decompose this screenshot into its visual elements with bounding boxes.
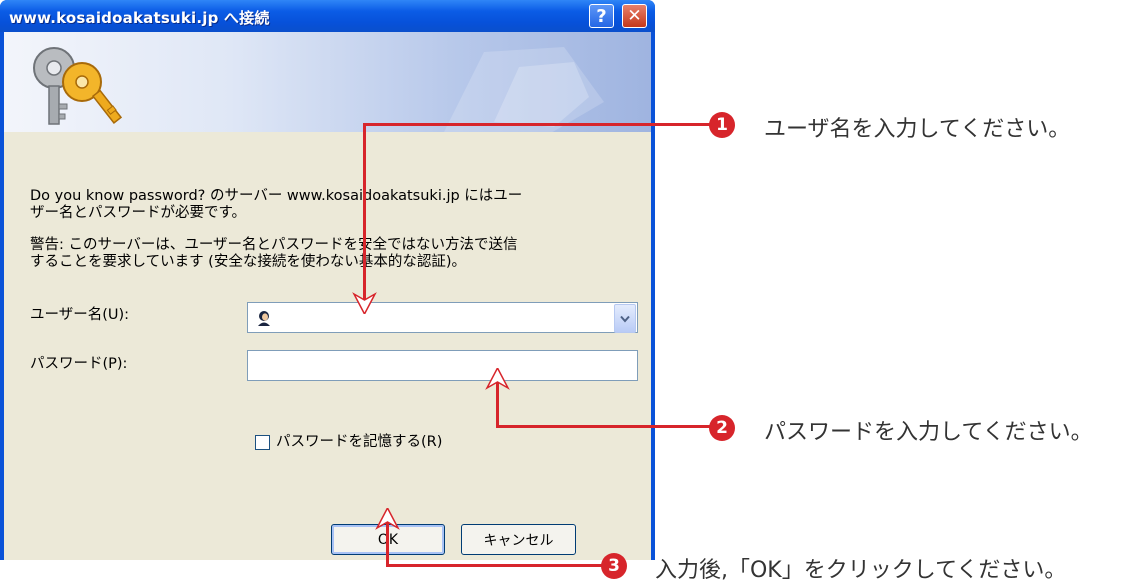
arrow-up-icon — [485, 368, 510, 390]
arrow-down-icon — [352, 292, 377, 314]
banner — [4, 32, 651, 132]
callout-text-1: ユーザ名を入力してください。 — [764, 117, 1071, 142]
dialog-title: www.kosaidoakatsuki.jp へ接続 — [9, 9, 270, 27]
password-input[interactable] — [247, 350, 638, 381]
callout-badge-3: 3 — [601, 553, 627, 579]
close-button[interactable]: ✕ — [622, 4, 647, 28]
callout-text-2: パスワードを入力してください。 — [764, 420, 1093, 445]
callout-line-3 — [386, 564, 606, 567]
dialog-body: Do you know password? のサーバー www.kosaidoa… — [4, 32, 651, 560]
callout-line-2 — [496, 425, 715, 428]
title-bar[interactable]: www.kosaidoakatsuki.jp へ接続 ? ✕ — [0, 0, 655, 32]
password-label: パスワード(P): — [30, 356, 128, 372]
callout-line-1 — [363, 123, 715, 126]
callout-text-3: 入力後,「OK」をクリックしてください。 — [655, 558, 1067, 583]
username-label: ユーザー名(U): — [30, 307, 130, 323]
username-combobox[interactable] — [247, 302, 638, 333]
warning-line: 警告: このサーバーは、ユーザー名とパスワードを安全ではない方法で送信 — [30, 237, 518, 253]
cancel-button[interactable]: キャンセル — [461, 524, 576, 555]
help-icon: ? — [596, 5, 607, 27]
help-button[interactable]: ? — [589, 4, 614, 28]
dropdown-button[interactable] — [614, 304, 636, 333]
login-dialog: www.kosaidoakatsuki.jp へ接続 ? ✕ Do you kn… — [0, 0, 655, 560]
remember-password-checkbox[interactable] — [255, 435, 270, 450]
close-icon: ✕ — [627, 6, 642, 26]
callout-badge-1: 1 — [709, 112, 735, 138]
user-icon — [258, 311, 270, 326]
remember-password-label[interactable]: パスワードを記憶する(R) — [276, 434, 442, 451]
message-line: Do you know password? のサーバー www.kosaidoa… — [30, 188, 523, 204]
chevron-down-icon — [620, 315, 630, 323]
message-line: ザー名とパスワードが必要です。 — [30, 205, 247, 221]
warning-line: することを要求しています (安全な接続を使わない基本的な認証)。 — [30, 254, 466, 270]
callout-line-1 — [363, 123, 366, 303]
callout-badge-2: 2 — [709, 415, 735, 441]
keys-icon — [33, 47, 123, 125]
arrow-up-icon — [375, 508, 400, 530]
banner-decoration — [444, 47, 604, 132]
cancel-label: キャンセル — [483, 532, 554, 549]
